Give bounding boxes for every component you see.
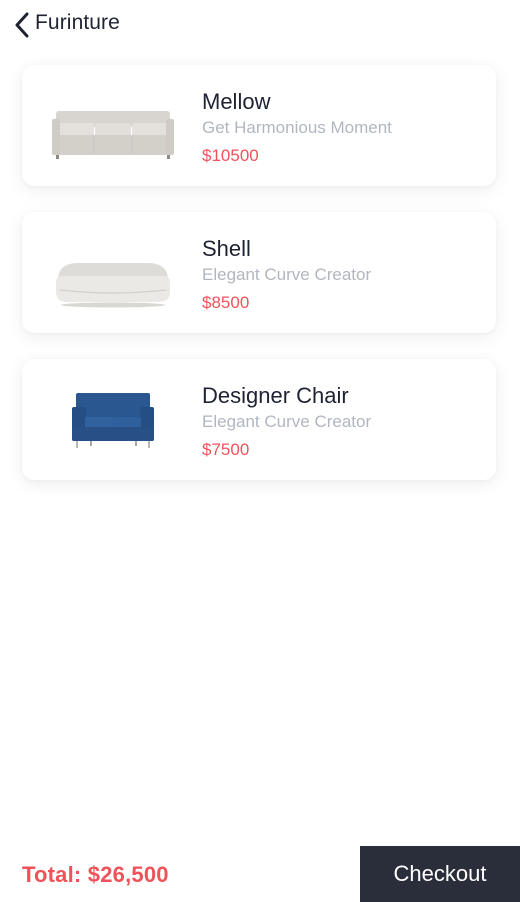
page-title: Furinture <box>35 11 120 34</box>
product-card-designer-chair[interactable]: Designer Chair Elegant Curve Creator $75… <box>22 359 496 480</box>
product-name: Mellow <box>202 89 271 114</box>
product-name: Shell <box>202 236 251 261</box>
product-card-mellow[interactable]: Mellow Get Harmonious Moment $10500 <box>22 65 496 186</box>
checkout-button[interactable]: Checkout <box>360 846 520 902</box>
total-amount: Total: $26,500 <box>22 862 169 888</box>
product-subtitle: Get Harmonious Moment <box>202 118 392 137</box>
chevron-left-icon <box>15 12 29 38</box>
product-price: $10500 <box>202 146 259 165</box>
product-subtitle: Elegant Curve Creator <box>202 265 372 284</box>
sofa-mellow-image <box>50 85 176 165</box>
loveseat-blue-image <box>50 379 176 459</box>
product-subtitle: Elegant Curve Creator <box>202 412 372 431</box>
total-label: Total: <box>22 862 82 887</box>
product-price: $7500 <box>202 440 250 459</box>
total-value: $26,500 <box>87 862 169 887</box>
product-price: $8500 <box>202 293 250 312</box>
back-button[interactable] <box>10 10 34 40</box>
checkout-bar: Total: $26,500 Checkout <box>0 846 520 902</box>
top-bar: Furinture <box>0 0 520 50</box>
product-card-shell[interactable]: Shell Elegant Curve Creator $8500 <box>22 212 496 333</box>
sofa-shell-image <box>50 232 176 312</box>
product-name: Designer Chair <box>202 383 349 408</box>
